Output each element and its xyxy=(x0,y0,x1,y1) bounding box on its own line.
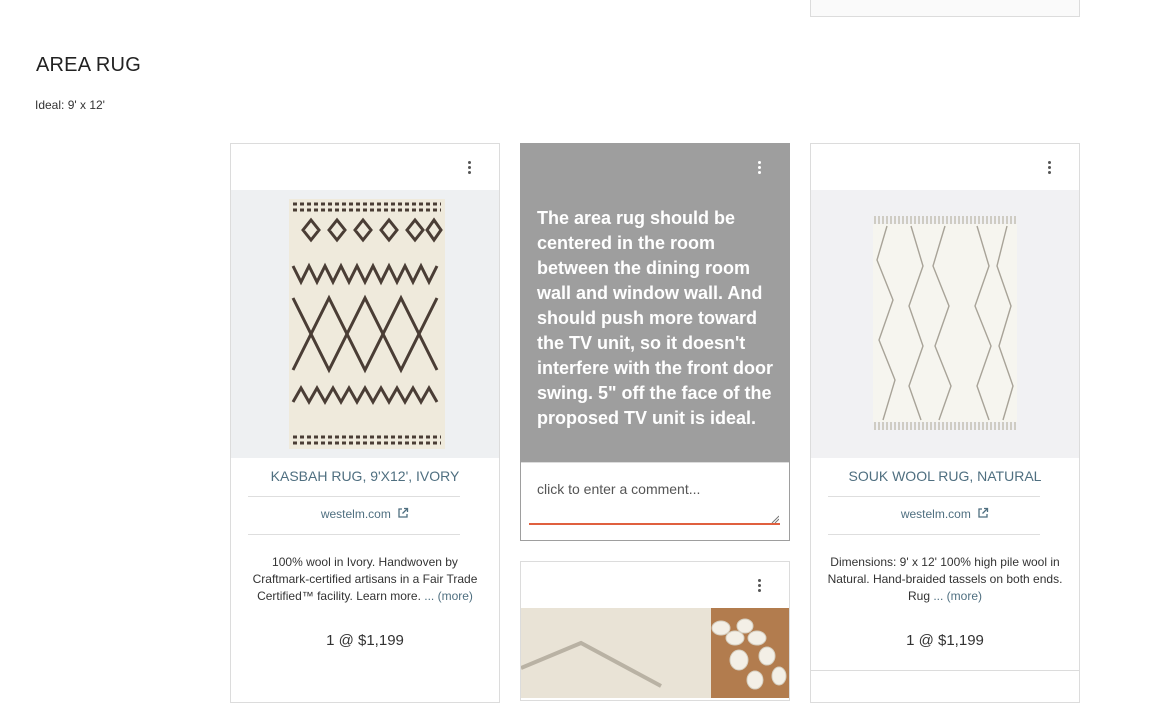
product-name-souk[interactable]: SOUK WOOL RUG, NATURAL xyxy=(811,468,1079,484)
note-card[interactable]: The area rug should be centered in the r… xyxy=(520,143,790,541)
note-text: The area rug should be centered in the r… xyxy=(537,208,773,428)
divider xyxy=(828,496,1040,497)
source-link-kasbah[interactable]: westelm.com xyxy=(231,507,499,521)
divider xyxy=(248,496,460,497)
product-image-partial[interactable] xyxy=(521,608,789,698)
product-card-kasbah[interactable]: KASBAH RUG, 9'X12', IVORY westelm.com 10… xyxy=(230,143,500,703)
source-link-label[interactable]: westelm.com xyxy=(321,507,391,521)
product-name-kasbah[interactable]: KASBAH RUG, 9'X12', IVORY xyxy=(231,468,499,484)
product-image-kasbah[interactable] xyxy=(231,190,499,458)
resize-grip-icon[interactable] xyxy=(771,515,779,523)
divider xyxy=(828,534,1040,535)
more-link[interactable]: ... (more) xyxy=(424,589,473,603)
more-vertical-icon[interactable] xyxy=(751,158,767,176)
source-link-souk[interactable]: westelm.com xyxy=(811,507,1079,521)
section-title: AREA RUG xyxy=(36,54,141,76)
product-price-souk: 1 @ $1,199 xyxy=(906,632,984,649)
comment-input[interactable] xyxy=(529,473,780,525)
section-subtitle: Ideal: 9' x 12' xyxy=(35,98,105,112)
previous-card-bottom xyxy=(810,0,1080,17)
more-vertical-icon[interactable] xyxy=(461,158,477,176)
more-link[interactable]: ... (more) xyxy=(933,589,982,603)
external-link-icon xyxy=(398,507,409,518)
external-link-icon xyxy=(978,507,989,518)
product-description-kasbah: 100% wool in Ivory. Handwoven by Craftma… xyxy=(247,554,483,605)
product-card-souk[interactable]: SOUK WOOL RUG, NATURAL westelm.com Dimen… xyxy=(810,143,1080,703)
comment-area xyxy=(521,462,789,540)
product-description-souk: Dimensions: 9' x 12' 100% high pile wool… xyxy=(827,554,1063,605)
source-link-label[interactable]: westelm.com xyxy=(901,507,971,521)
card-footer xyxy=(811,670,1079,691)
product-price-kasbah: 1 @ $1,199 xyxy=(326,632,404,649)
more-vertical-icon[interactable] xyxy=(1041,158,1057,176)
divider xyxy=(248,534,460,535)
product-card-partial[interactable] xyxy=(520,561,790,701)
product-image-souk[interactable] xyxy=(811,190,1079,458)
more-vertical-icon[interactable] xyxy=(751,576,767,594)
